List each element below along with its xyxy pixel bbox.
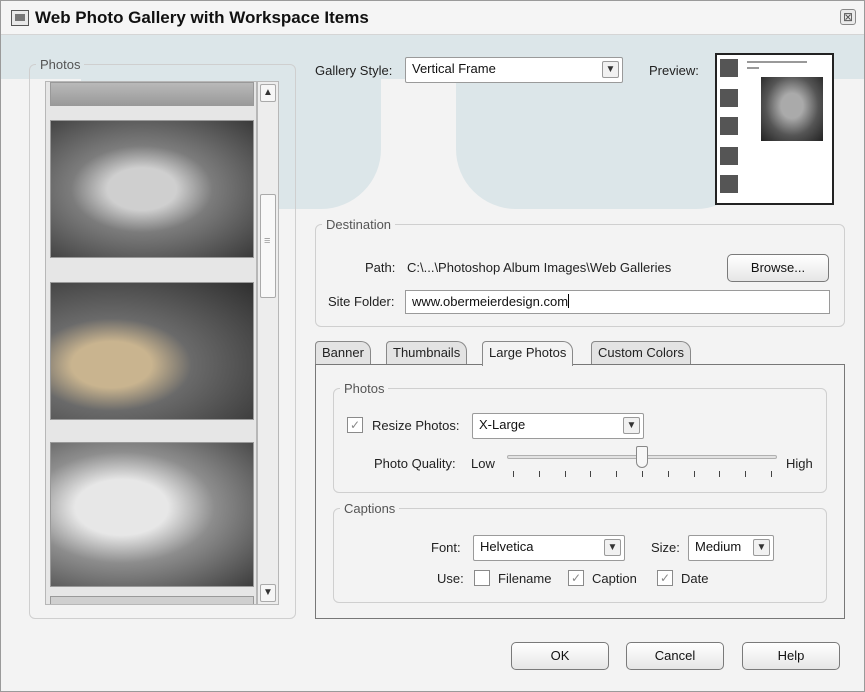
use-label: Use: [437,571,464,586]
photo-quality-label: Photo Quality: [374,456,456,471]
site-folder-label: Site Folder: [328,294,395,309]
gallery-style-select[interactable]: Vertical Frame ▼ [405,57,623,83]
preview-thumb [720,175,738,193]
filename-label: Filename [498,571,552,586]
photo-list[interactable] [45,81,257,605]
resize-photos-label: Resize Photos: [372,418,460,433]
destination-legend: Destination [326,217,392,232]
dialog-window: Web Photo Gallery with Workspace Items ⊠… [0,0,865,692]
resize-photos-checkbox[interactable]: ✓ [347,417,363,433]
title-bar: Web Photo Gallery with Workspace Items ⊠ [1,1,864,35]
size-label: Size: [651,540,680,555]
photos-legend: Photos [40,57,81,72]
ok-button[interactable]: OK [511,642,609,670]
chevron-down-icon[interactable]: ▼ [753,539,770,556]
gallery-style-value: Vertical Frame [412,61,496,76]
watermark-shape-right [456,79,756,209]
path-value: C:\...\Photoshop Album Images\Web Galler… [407,260,672,275]
quality-high-label: High [786,456,813,471]
size-value: Medium [695,539,742,554]
scroll-down-icon[interactable]: ▼ [260,584,276,602]
preview-main-photo [761,77,823,141]
slider-tick [590,471,592,477]
browse-button[interactable]: Browse... [727,254,829,282]
caption-label: Caption [592,571,637,586]
slider-tick [616,471,618,477]
preview-thumb [720,147,738,165]
filename-checkbox[interactable] [474,570,490,586]
slider-tick [693,471,695,477]
preview-thumb [720,117,738,135]
gallery-style-label: Gallery Style: [315,63,393,78]
slider-tick [642,471,643,477]
photo-thumbnail[interactable] [50,596,254,604]
chevron-down-icon[interactable]: ▼ [604,539,621,556]
font-label: Font: [431,540,461,555]
slider-tick [667,471,669,477]
close-button[interactable]: ⊠ [840,9,856,25]
photo-thumbnail[interactable] [50,120,254,258]
help-button[interactable]: Help [742,642,840,670]
cancel-button[interactable]: Cancel [626,642,724,670]
slider-tick [513,471,514,477]
large-photos-legend: Photos [344,381,385,396]
path-label: Path: [365,260,396,275]
slider-tick [719,471,721,477]
photos-scrollbar[interactable]: ▲ ▼ [257,81,279,605]
captions-legend: Captions [344,501,396,516]
date-checkbox[interactable]: ✓ [657,570,673,586]
slider-tick [745,471,747,477]
preview-thumb [720,59,738,77]
scroll-up-icon[interactable]: ▲ [260,84,276,102]
chevron-down-icon[interactable]: ▼ [623,417,640,434]
site-folder-input[interactable]: www.obermeierdesign.com [405,290,830,314]
resize-photos-value: X-Large [479,417,526,432]
slider-tick [564,471,566,477]
tab-large-photos[interactable]: Large Photos [482,341,574,366]
date-label: Date [681,571,709,586]
font-select[interactable]: Helvetica ▼ [473,535,625,561]
caption-checkbox[interactable]: ✓ [568,570,584,586]
site-folder-value: www.obermeierdesign.com [412,294,569,309]
preview-label: Preview: [649,63,699,78]
tab-banner[interactable]: Banner [315,341,371,365]
scrollbar-thumb[interactable] [260,194,276,298]
gallery-app-icon [11,10,29,26]
preview-text-line [747,67,759,69]
preview-text-line [747,61,807,63]
tab-custom-colors[interactable]: Custom Colors [591,341,691,365]
photo-thumbnail[interactable] [50,282,254,420]
window-title: Web Photo Gallery with Workspace Items [35,8,369,27]
preview-thumb [720,89,738,107]
photo-thumbnail[interactable] [50,442,254,587]
photo-quality-slider-thumb[interactable] [636,446,648,468]
resize-photos-select[interactable]: X-Large ▼ [472,413,644,439]
gallery-preview-image [715,53,834,205]
slider-tick [771,471,772,477]
font-value: Helvetica [480,539,534,554]
chevron-down-icon[interactable]: ▼ [602,61,619,78]
size-select[interactable]: Medium ▼ [688,535,774,561]
slider-tick [538,471,540,477]
tab-thumbnails[interactable]: Thumbnails [386,341,468,365]
quality-low-label: Low [471,456,495,471]
photo-thumbnail[interactable] [50,82,254,106]
